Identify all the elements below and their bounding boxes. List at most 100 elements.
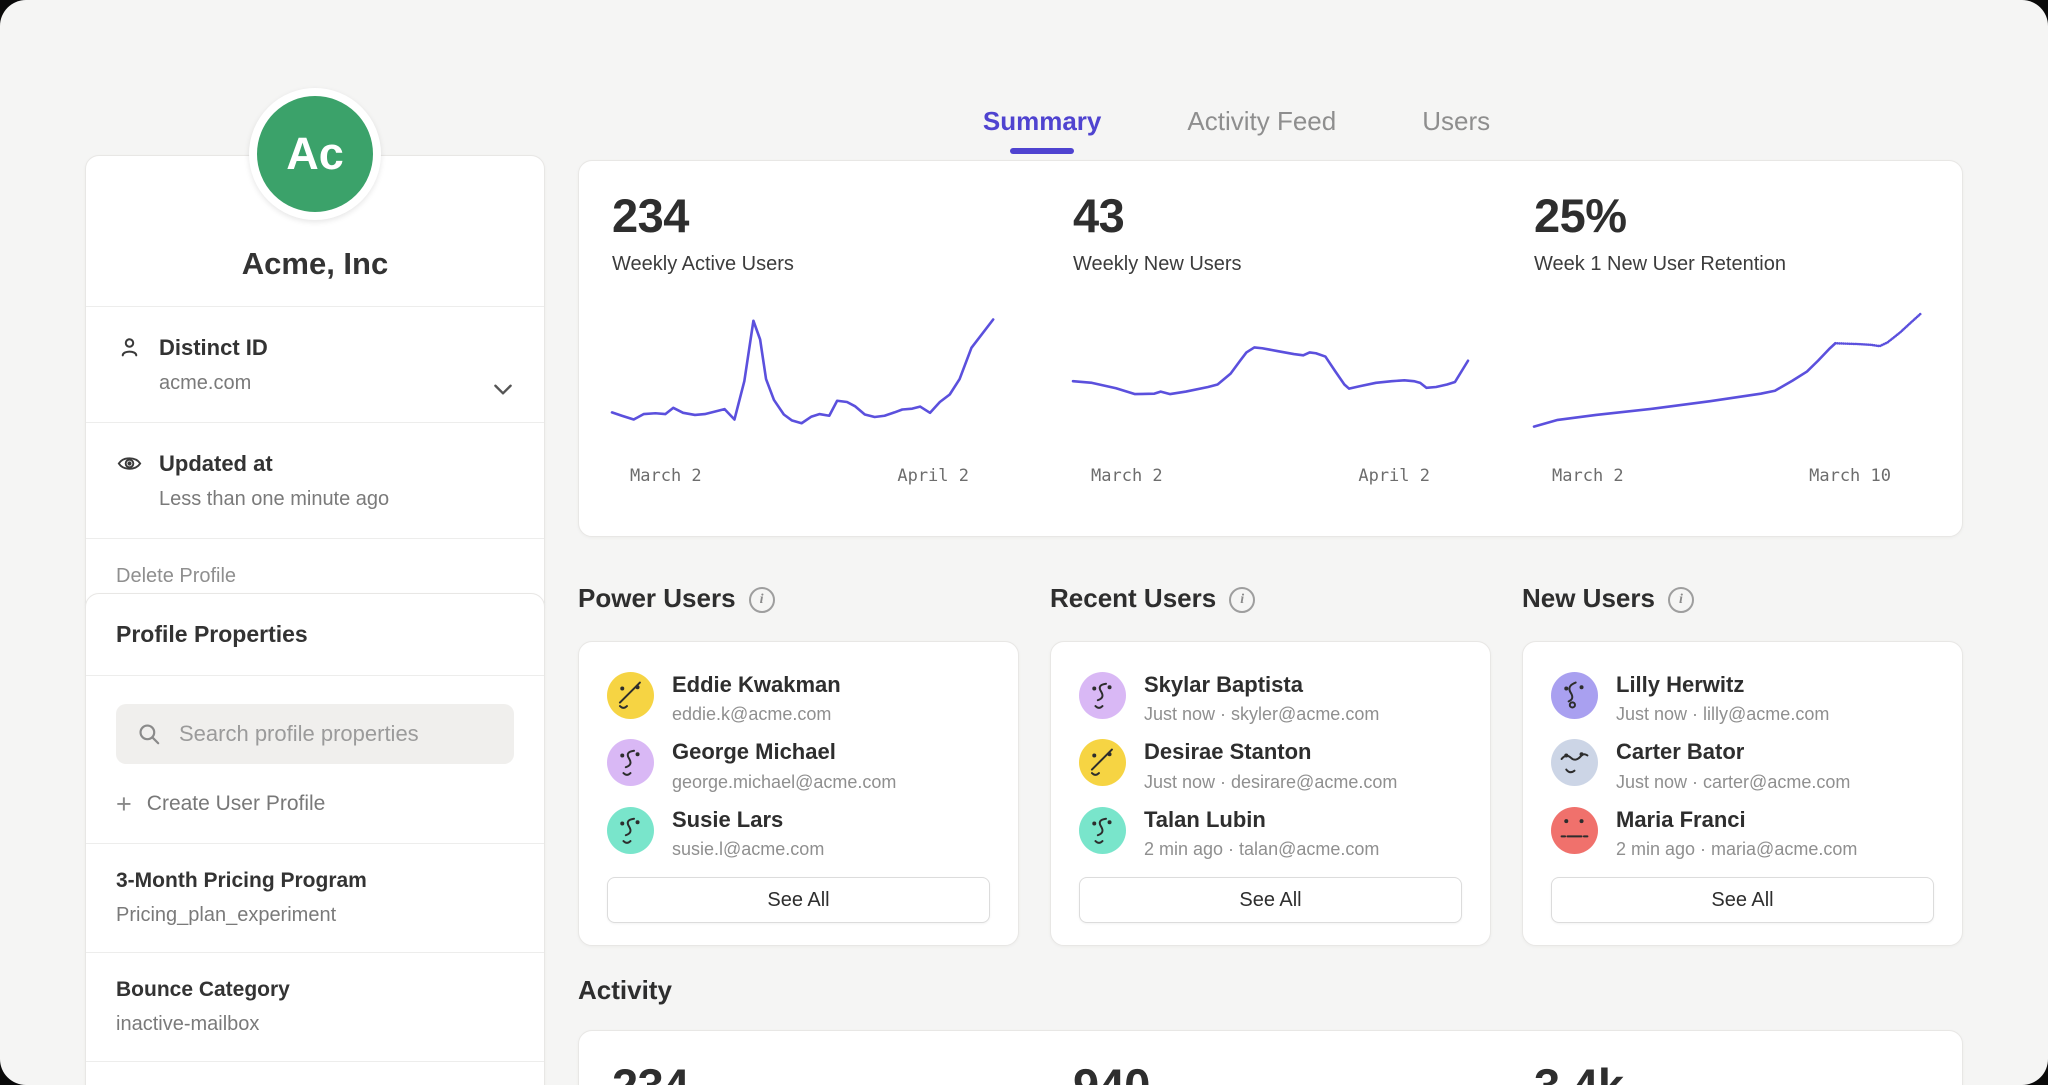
field-label: Updated at xyxy=(159,451,273,477)
person-icon xyxy=(116,334,143,361)
user-avatar xyxy=(1551,807,1598,854)
property-row[interactable]: 3-Month Pricing Program Pricing_plan_exp… xyxy=(86,843,544,952)
user-row[interactable]: Carter Bator Just now · carter@acme.com xyxy=(1551,739,1934,792)
user-detail: 2 min ago · maria@acme.com xyxy=(1616,839,1857,860)
tab-activity-feed[interactable]: Activity Feed xyxy=(1187,106,1336,154)
user-name: Carter Bator xyxy=(1616,739,1850,765)
field-label: Distinct ID xyxy=(159,335,268,361)
user-detail: 2 min ago · talan@acme.com xyxy=(1144,839,1379,860)
create-user-profile-button[interactable]: + Create User Profile xyxy=(116,792,514,816)
create-user-profile-label: Create User Profile xyxy=(147,792,326,816)
property-row[interactable]: Browser Chrome xyxy=(86,1061,544,1085)
user-detail: Just now · lilly@acme.com xyxy=(1616,704,1829,725)
x-axis-end: April 2 xyxy=(1358,466,1430,486)
stat-value: 940 xyxy=(1073,1061,1468,1085)
x-axis-labels: March 2 April 2 xyxy=(612,466,1007,486)
property-row[interactable]: Bounce Category inactive-mailbox xyxy=(86,952,544,1061)
chevron-down-icon[interactable] xyxy=(490,376,516,402)
activity-stat: 940 xyxy=(1040,1061,1501,1085)
stat-weekly-new-users: 43 Weekly New Users March 2 April 2 xyxy=(1040,191,1501,506)
section-title: New Users xyxy=(1522,583,1655,614)
property-label: Bounce Category xyxy=(116,978,514,1002)
see-all-button[interactable]: See All xyxy=(1551,877,1934,923)
stat-week1-retention: 25% Week 1 New User Retention March 2 Ma… xyxy=(1501,191,1962,506)
user-name: Susie Lars xyxy=(672,807,824,833)
stat-label: Week 1 New User Retention xyxy=(1534,253,1929,276)
info-icon[interactable]: i xyxy=(1668,587,1694,613)
profile-dashboard: Ac Acme, Inc Distinct ID acme.com xyxy=(0,0,2048,1085)
distinct-id-row[interactable]: Distinct ID acme.com xyxy=(86,306,544,422)
tab-users[interactable]: Users xyxy=(1422,106,1490,154)
user-detail: Just now · carter@acme.com xyxy=(1616,772,1850,793)
user-avatar xyxy=(1079,807,1126,854)
stat-weekly-active-users: 234 Weekly Active Users March 2 April 2 xyxy=(579,191,1040,506)
user-row[interactable]: Eddie Kwakman eddie.k@acme.com xyxy=(607,672,990,725)
x-axis-start: March 2 xyxy=(1552,466,1624,486)
see-all-button[interactable]: See All xyxy=(1079,877,1462,923)
user-row[interactable]: Susie Lars susie.l@acme.com xyxy=(607,807,990,860)
sparkline-path xyxy=(1073,348,1468,395)
property-value: Pricing_plan_experiment xyxy=(116,904,514,927)
user-name: Lilly Herwitz xyxy=(1616,672,1829,698)
company-name: Acme, Inc xyxy=(242,246,388,282)
x-axis-end: April 2 xyxy=(897,466,969,486)
section-power-users: Power Users i Eddie Kwakman eddie.k@acme… xyxy=(578,583,1019,946)
see-all-button[interactable]: See All xyxy=(607,877,990,923)
updated-at-row: Updated at Less than one minute ago xyxy=(86,422,544,538)
search-profile-properties[interactable] xyxy=(116,704,514,764)
sparkline-path xyxy=(1534,344,1835,427)
user-detail: george.michael@acme.com xyxy=(672,772,896,793)
new-users-card: Lilly Herwitz Just now · lilly@acme.com … xyxy=(1522,641,1963,946)
sparkline-weekly-new-users xyxy=(1073,302,1468,452)
sparkline-week1-retention xyxy=(1534,302,1929,452)
user-name: Eddie Kwakman xyxy=(672,672,841,698)
sparkline-path xyxy=(612,320,993,424)
section-title: Power Users xyxy=(578,583,736,614)
user-row[interactable]: George Michael george.michael@acme.com xyxy=(607,739,990,792)
eye-icon xyxy=(116,450,143,477)
user-avatar xyxy=(607,807,654,854)
stat-label: Weekly Active Users xyxy=(612,253,1007,276)
x-axis-labels: March 2 March 10 xyxy=(1534,466,1929,486)
sparkline-projection-path xyxy=(1835,314,1920,347)
tab-summary[interactable]: Summary xyxy=(983,106,1102,154)
section-recent-users: Recent Users i Skylar Baptista Just now … xyxy=(1050,583,1491,946)
x-axis-start: March 2 xyxy=(1091,466,1163,486)
activity-stat: 3.4k xyxy=(1501,1061,1962,1085)
profile-card: Acme, Inc Distinct ID acme.com Updated a… xyxy=(85,155,545,615)
search-input[interactable] xyxy=(177,720,494,748)
activity-section-title: Activity xyxy=(578,975,672,1006)
user-avatar xyxy=(1551,739,1598,786)
stat-value: 25% xyxy=(1534,191,1929,240)
user-row[interactable]: Desirae Stanton Just now · desirare@acme… xyxy=(1079,739,1462,792)
active-tab-underline xyxy=(1010,148,1074,154)
power-users-card: Eddie Kwakman eddie.k@acme.com George Mi… xyxy=(578,641,1019,946)
activity-card: 234 940 3.4k xyxy=(578,1030,1963,1085)
user-avatar xyxy=(607,672,654,719)
x-axis-labels: March 2 April 2 xyxy=(1073,466,1468,486)
user-avatar xyxy=(1079,672,1126,719)
user-row[interactable]: Lilly Herwitz Just now · lilly@acme.com xyxy=(1551,672,1934,725)
plus-icon: + xyxy=(116,794,132,814)
user-avatar xyxy=(1551,672,1598,719)
search-icon xyxy=(136,721,162,747)
user-row[interactable]: Skylar Baptista Just now · skyler@acme.c… xyxy=(1079,672,1462,725)
user-row[interactable]: Maria Franci 2 min ago · maria@acme.com xyxy=(1551,807,1934,860)
tab-label: Summary xyxy=(983,106,1102,136)
sparkline-weekly-active-users xyxy=(612,302,1007,452)
user-row[interactable]: Talan Lubin 2 min ago · talan@acme.com xyxy=(1079,807,1462,860)
user-name: Maria Franci xyxy=(1616,807,1857,833)
field-value: acme.com xyxy=(159,372,514,395)
info-icon[interactable]: i xyxy=(749,587,775,613)
property-value: inactive-mailbox xyxy=(116,1013,514,1036)
activity-stat: 234 xyxy=(579,1061,1040,1085)
tab-label: Activity Feed xyxy=(1187,106,1336,136)
section-title: Recent Users xyxy=(1050,583,1216,614)
stat-value: 234 xyxy=(612,1061,1007,1085)
info-icon[interactable]: i xyxy=(1229,587,1255,613)
user-detail: Just now · desirare@acme.com xyxy=(1144,772,1397,793)
user-detail: eddie.k@acme.com xyxy=(672,704,841,725)
user-sections: Power Users i Eddie Kwakman eddie.k@acme… xyxy=(578,583,1963,946)
profile-properties-card: Profile Properties + Create User Profile… xyxy=(85,593,545,1085)
user-detail: susie.l@acme.com xyxy=(672,839,824,860)
